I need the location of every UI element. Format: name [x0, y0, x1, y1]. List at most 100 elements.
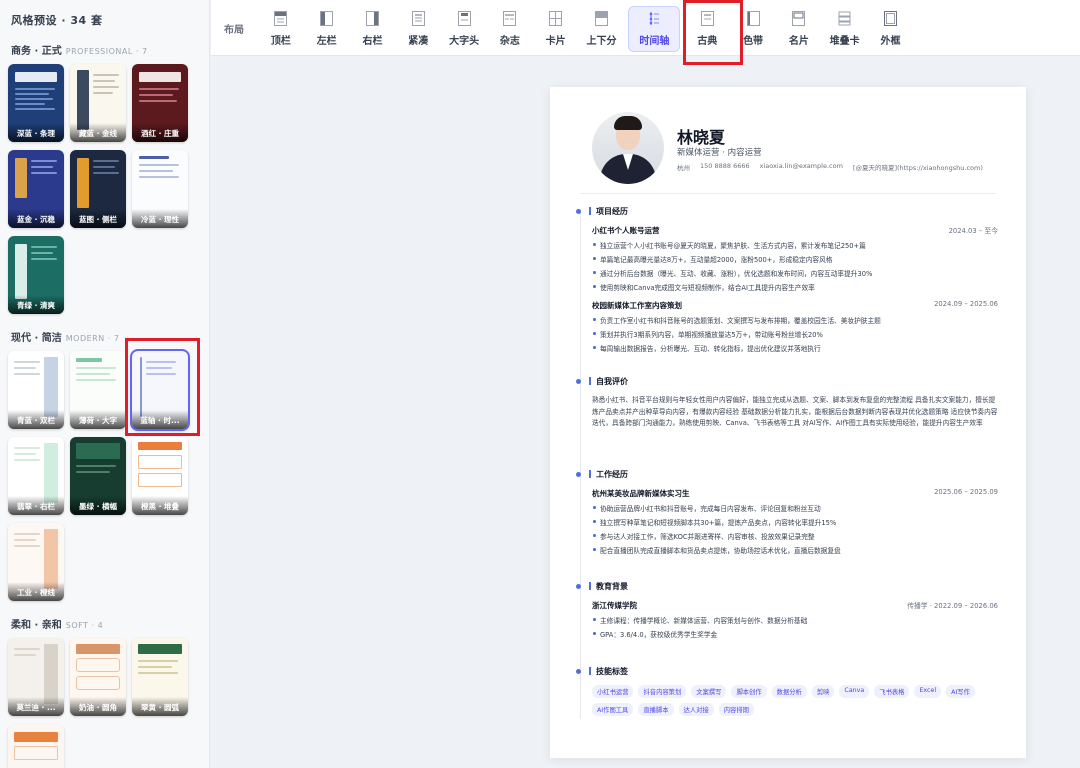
layout-color-band-icon	[746, 11, 760, 26]
section-education: 教育背景 浙江传媒学院 传播学 · 2022.09 – 2026.06 主修课程：…	[576, 580, 998, 639]
card-label: 奶油 · 圆角	[70, 697, 126, 716]
contact-phone: 150 8888 6666	[700, 162, 750, 170]
tab-compact[interactable]: 紧凑	[395, 6, 441, 52]
card-label: 翠黄 · 圆弧	[132, 697, 188, 716]
card-label: 冷蓝 · 理性	[132, 209, 188, 228]
skill-tag: 达人对接	[678, 703, 714, 716]
tab-magazine[interactable]: 杂志	[487, 6, 533, 52]
card-label: 翡翠 · 右栏	[8, 496, 64, 515]
tab-timeline[interactable]: 时间轴	[628, 6, 681, 52]
section-title: 教育背景	[596, 581, 628, 591]
skill-tag: Excel	[914, 685, 942, 698]
tab-label: 堆叠卡	[829, 36, 860, 47]
tab-label: 右栏	[362, 36, 383, 47]
section-title: 自我评价	[596, 376, 628, 386]
tab-stack-card[interactable]: 堆叠卡	[822, 6, 868, 52]
section-title: 项目经历	[596, 206, 628, 216]
contact-city: 杭州	[677, 164, 690, 172]
preset-card-deep-blue[interactable]: 深蓝 · 条理	[8, 64, 64, 142]
bullet: 独立运营个人小红书账号@夏天的晓夏，聚焦护肤、生活方式内容，累计发布笔记250+…	[592, 240, 998, 250]
timeline-dot	[576, 583, 581, 589]
section-sub: PROFESSIONAL · 7	[65, 47, 148, 56]
preset-card-teal-fresh[interactable]: 青绿 · 清爽	[8, 236, 64, 314]
item-name: 小红书个人账号运营	[592, 226, 660, 235]
preset-card-wine-red[interactable]: 酒红 · 庄重	[132, 64, 188, 142]
layout-timeline-icon	[649, 12, 659, 25]
preset-card-morandi[interactable]: 莫兰迪 · ...	[8, 638, 64, 716]
tab-label: 卡片	[545, 36, 566, 47]
tab-business-card[interactable]: 名片	[776, 6, 822, 52]
bullet: 配合直播团队完成直播脚本和货品卖点提炼，协助场控话术优化，直播后数据复盘	[592, 545, 998, 555]
layout-label: 布局	[224, 25, 244, 36]
resume-contact: 杭州 150 8888 6666 xiaoxia.lin@example.com…	[677, 162, 983, 172]
preset-card-soft-orange[interactable]	[8, 724, 64, 768]
preset-card-cyan-two-col[interactable]: 青蓝 · 双栏	[8, 351, 64, 429]
skill-tag: 直播脚本	[638, 703, 674, 716]
tab-color-band[interactable]: 色带	[730, 6, 776, 52]
tab-top-bottom[interactable]: 上下分	[579, 6, 625, 52]
section-soft-header: 柔和 · 亲和 SOFT · 4	[11, 616, 209, 631]
preset-card-mint-bigtype[interactable]: 薄荷 · 大字	[70, 351, 126, 429]
preset-card-blueprint[interactable]: 蓝图 · 侧栏	[70, 150, 126, 228]
tab-big-header[interactable]: 大字头	[441, 6, 487, 52]
professional-grid: 深蓝 · 条理 藏蓝 · 金线 酒红 · 庄重 蓝金 · 沉稳 蓝图 · 侧栏 …	[8, 64, 209, 314]
bullet: 通过分析后台数据（曝光、互动、收藏、涨粉），优化选题和发布时间，内容互动率提升3…	[592, 268, 998, 278]
section-sub: MODERN · 7	[65, 334, 120, 343]
skill-tag: AI作图工具	[592, 703, 634, 716]
preset-card-orange-black-stack[interactable]: 橙黑 · 堆叠	[132, 437, 188, 515]
style-preset-sidebar: 风格预设 · 34 套 商务 · 正式 PROFESSIONAL · 7 深蓝 ·…	[0, 0, 210, 768]
resume-role: 新媒体运营 · 内容运营	[677, 148, 762, 158]
tab-label: 大字头	[449, 36, 480, 47]
layout-toolbar: 布局 顶栏 左栏 右栏 紧凑 大字头 杂志 卡片 上下分 时间轴 古典 色带 名…	[211, 0, 1080, 56]
layout-stack-card-icon	[838, 11, 851, 26]
card-label: 工业 · 橙线	[8, 582, 64, 601]
bullet: 独立撰写种草笔记和短视频脚本共30+篇，提炼产品卖点，内容转化率提升15%	[592, 517, 998, 527]
preset-card-cool-blue[interactable]: 冷蓝 · 理性	[132, 150, 188, 228]
item-date: 2024.09 – 2025.06	[934, 300, 998, 308]
resume-preview: 林晓夏 新媒体运营 · 内容运营 杭州 150 8888 6666 xiaoxi…	[550, 87, 1026, 758]
bullet: 协助运营品牌小红书和抖音账号，完成每日内容发布、评论回复和粉丝互动	[592, 503, 998, 513]
layout-right-bar-icon	[365, 11, 379, 26]
card-label: 蓝轴 · 时...	[132, 410, 188, 429]
card-label: 青蓝 · 双栏	[8, 410, 64, 429]
card-label: 深蓝 · 条理	[8, 123, 64, 142]
layout-big-header-icon	[457, 11, 471, 26]
preset-card-cream-rounded[interactable]: 奶油 · 圆角	[70, 638, 126, 716]
layout-top-bottom-icon	[594, 11, 608, 26]
preset-card-industrial-orange[interactable]: 工业 · 橙线	[8, 523, 64, 601]
tab-label: 时间轴	[639, 36, 670, 47]
preset-card-blue-gold[interactable]: 蓝金 · 沉稳	[8, 150, 64, 228]
tab-card[interactable]: 卡片	[533, 6, 579, 52]
skill-tag: 小红书运营	[592, 685, 634, 698]
section-name: 现代 · 简洁	[11, 333, 62, 344]
tab-label: 古典	[697, 36, 718, 47]
preset-card-navy-gold[interactable]: 藏蓝 · 金线	[70, 64, 126, 142]
modern-grid: 青蓝 · 双栏 薄荷 · 大字 蓝轴 · 时... 翡翠 · 右栏 墨绿 · 横…	[8, 351, 209, 601]
project-item: 小红书个人账号运营 2024.03 – 至今 独立运营个人小红书账号@夏天的晓夏，…	[592, 225, 998, 292]
bullet: 使用剪映和Canva完成图文与短视频制作，结合AI工具提升内容生产效率	[592, 282, 998, 292]
tab-right-bar[interactable]: 右栏	[350, 6, 396, 52]
tab-top-bar[interactable]: 顶栏	[258, 6, 304, 52]
layout-tabs: 顶栏 左栏 右栏 紧凑 大字头 杂志 卡片 上下分 时间轴 古典 色带 名片 堆…	[258, 6, 913, 52]
preset-card-emerald-right[interactable]: 翡翠 · 右栏	[8, 437, 64, 515]
card-label: 青绿 · 清爽	[8, 295, 64, 314]
card-label: 薄荷 · 大字	[70, 410, 126, 429]
layout-business-card-icon	[792, 11, 806, 26]
section-name: 柔和 · 亲和	[11, 620, 62, 631]
tab-label: 上下分	[586, 36, 617, 47]
preset-card-ink-green-banner[interactable]: 墨绿 · 横幅	[70, 437, 126, 515]
layout-magazine-icon	[503, 11, 517, 26]
timeline-dot	[576, 471, 581, 477]
skill-tag: 抖音内容策划	[638, 685, 687, 698]
bullet: 主修课程：传播学概论、新媒体运营、内容策划与创作、数据分析基础	[592, 615, 998, 625]
tab-classic[interactable]: 古典	[684, 6, 730, 52]
section-title: 技能标签	[596, 666, 628, 676]
preset-card-green-yellow-arc[interactable]: 翠黄 · 圆弧	[132, 638, 188, 716]
tab-outer-frame[interactable]: 外框	[868, 6, 914, 52]
item-date: 2024.03 – 至今	[948, 227, 998, 235]
preset-card-blue-timeline[interactable]: 蓝轴 · 时...	[132, 351, 188, 429]
contact-email: xiaoxia.lin@example.com	[759, 162, 843, 170]
tab-label: 外框	[880, 36, 901, 47]
tab-left-bar[interactable]: 左栏	[304, 6, 350, 52]
section-summary: 自我评价 熟悉小红书、抖音平台规则与年轻女性用户内容偏好，能独立完成从选题、文案…	[576, 375, 998, 430]
